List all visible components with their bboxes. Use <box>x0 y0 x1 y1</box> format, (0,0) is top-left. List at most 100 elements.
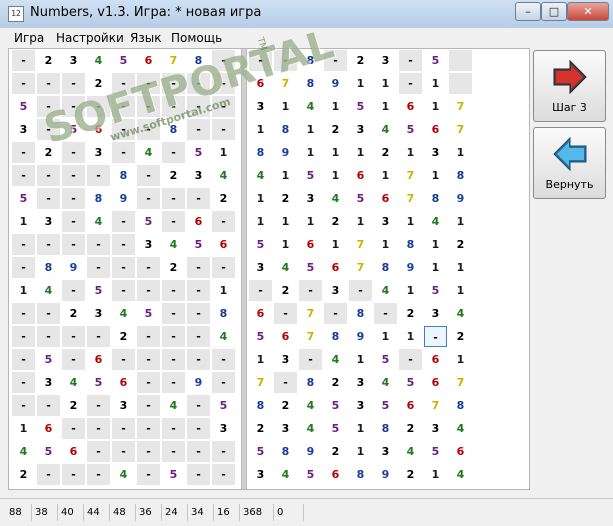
grid-cell[interactable]: - <box>187 464 210 485</box>
grid-cell[interactable]: 1 <box>449 142 472 163</box>
minimize-button[interactable]: – <box>515 2 541 21</box>
grid-cell[interactable]: 7 <box>424 395 447 416</box>
grid-cell[interactable]: - <box>187 349 210 370</box>
grid-cell[interactable]: 4 <box>274 257 297 278</box>
grid-cell[interactable]: 2 <box>274 188 297 209</box>
grid-cell[interactable]: 6 <box>349 165 372 186</box>
grid-cell[interactable]: 9 <box>449 188 472 209</box>
grid-cell[interactable]: 6 <box>249 73 272 94</box>
grid-cell[interactable]: 1 <box>424 257 447 278</box>
grid-cell[interactable]: - <box>162 303 185 324</box>
grid-cell[interactable]: 5 <box>37 349 60 370</box>
grid-cell[interactable]: - <box>137 280 160 301</box>
grid-cell[interactable]: 8 <box>187 50 210 71</box>
grid-cell[interactable]: 8 <box>349 464 372 485</box>
grid-cell[interactable]: 3 <box>349 119 372 140</box>
grid-cell[interactable]: 1 <box>349 142 372 163</box>
grid-cell[interactable]: - <box>37 73 60 94</box>
grid-cell[interactable]: 2 <box>62 303 85 324</box>
grid-cell[interactable]: 1 <box>349 418 372 439</box>
grid-cell[interactable]: 1 <box>212 142 235 163</box>
grid-cell[interactable]: - <box>112 211 135 232</box>
grid-cell[interactable]: 5 <box>324 395 347 416</box>
grid-cell[interactable]: - <box>137 165 160 186</box>
grid-cell[interactable]: 1 <box>449 349 472 370</box>
grid-cell[interactable]: 6 <box>37 418 60 439</box>
grid-cell[interactable]: 7 <box>299 326 322 347</box>
grid-cell[interactable]: 2 <box>212 188 235 209</box>
grid-cell[interactable]: 8 <box>324 326 347 347</box>
grid-cell[interactable]: - <box>37 326 60 347</box>
grid-cell[interactable]: 2 <box>324 441 347 462</box>
grid-cell[interactable]: 8 <box>87 188 110 209</box>
grid-cell[interactable]: 6 <box>399 395 422 416</box>
grid-cell[interactable]: 5 <box>112 50 135 71</box>
grid-cell[interactable]: - <box>87 165 110 186</box>
grid-cell[interactable]: 9 <box>374 464 397 485</box>
grid-cell[interactable]: 5 <box>374 349 397 370</box>
grid-cell[interactable]: 4 <box>249 165 272 186</box>
board-divider[interactable] <box>241 49 247 489</box>
grid-cell[interactable]: - <box>187 441 210 462</box>
grid-cell[interactable]: 8 <box>299 73 322 94</box>
grid-cell[interactable]: - <box>324 303 347 324</box>
grid-cell[interactable]: 5 <box>37 441 60 462</box>
grid-cell[interactable]: 7 <box>399 165 422 186</box>
grid-cell[interactable]: - <box>112 119 135 140</box>
grid-cell[interactable]: - <box>12 349 35 370</box>
grid-cell[interactable]: 2 <box>399 303 422 324</box>
grid-cell[interactable]: 3 <box>299 188 322 209</box>
grid-cell[interactable]: 2 <box>87 73 110 94</box>
grid-cell[interactable]: 5 <box>249 234 272 255</box>
grid-cell[interactable]: 1 <box>424 234 447 255</box>
grid-cell[interactable]: 8 <box>249 142 272 163</box>
grid-cell[interactable]: - <box>324 50 347 71</box>
grid-cell[interactable]: 5 <box>12 96 35 117</box>
grid-cell[interactable]: 1 <box>374 165 397 186</box>
grid-cell[interactable]: - <box>62 464 85 485</box>
grid-cell[interactable]: 3 <box>349 372 372 393</box>
grid-cell[interactable]: - <box>12 303 35 324</box>
grid-cell[interactable]: 5 <box>424 441 447 462</box>
grid-cell[interactable]: 3 <box>187 165 210 186</box>
grid-cell[interactable]: 1 <box>249 349 272 370</box>
grid-cell[interactable]: 8 <box>374 257 397 278</box>
grid-cell[interactable]: 4 <box>212 165 235 186</box>
grid-cell[interactable]: - <box>212 464 235 485</box>
grid-cell[interactable]: 4 <box>37 280 60 301</box>
grid-cell[interactable]: - <box>399 73 422 94</box>
grid-cell[interactable]: 4 <box>212 326 235 347</box>
grid-cell[interactable]: 8 <box>274 441 297 462</box>
grid-cell[interactable]: 6 <box>424 372 447 393</box>
grid-cell[interactable]: 4 <box>399 441 422 462</box>
grid-cell[interactable]: - <box>12 234 35 255</box>
grid-cell[interactable]: - <box>187 188 210 209</box>
grid-cell[interactable]: 4 <box>112 464 135 485</box>
grid-cell[interactable]: 2 <box>324 211 347 232</box>
grid-cell[interactable]: - <box>137 119 160 140</box>
grid-cell[interactable]: - <box>62 165 85 186</box>
grid-cell[interactable]: 1 <box>424 165 447 186</box>
grid-cell[interactable]: 1 <box>299 119 322 140</box>
grid-cell[interactable]: 2 <box>374 142 397 163</box>
menu-language[interactable]: Язык <box>130 31 161 45</box>
grid-cell[interactable]: - <box>162 142 185 163</box>
grid-cell[interactable]: 2 <box>324 372 347 393</box>
grid-cell[interactable]: 5 <box>374 395 397 416</box>
grid-cell[interactable]: 2 <box>162 257 185 278</box>
grid-cell[interactable]: 4 <box>299 395 322 416</box>
grid-cell[interactable]: - <box>274 303 297 324</box>
grid-cell[interactable]: 6 <box>374 188 397 209</box>
grid-cell[interactable]: - <box>37 96 60 117</box>
grid-cell[interactable]: - <box>12 50 35 71</box>
grid-cell[interactable]: 6 <box>424 349 447 370</box>
grid-cell[interactable]: 1 <box>449 211 472 232</box>
grid-cell[interactable]: - <box>62 142 85 163</box>
grid-cell[interactable]: - <box>299 280 322 301</box>
menu-settings[interactable]: Настройки <box>56 31 124 45</box>
grid-cell[interactable]: 1 <box>274 234 297 255</box>
grid-cell[interactable]: 1 <box>249 211 272 232</box>
grid-cell[interactable]: - <box>249 280 272 301</box>
close-button[interactable]: ✕ <box>567 2 609 21</box>
grid-cell[interactable]: 1 <box>374 96 397 117</box>
